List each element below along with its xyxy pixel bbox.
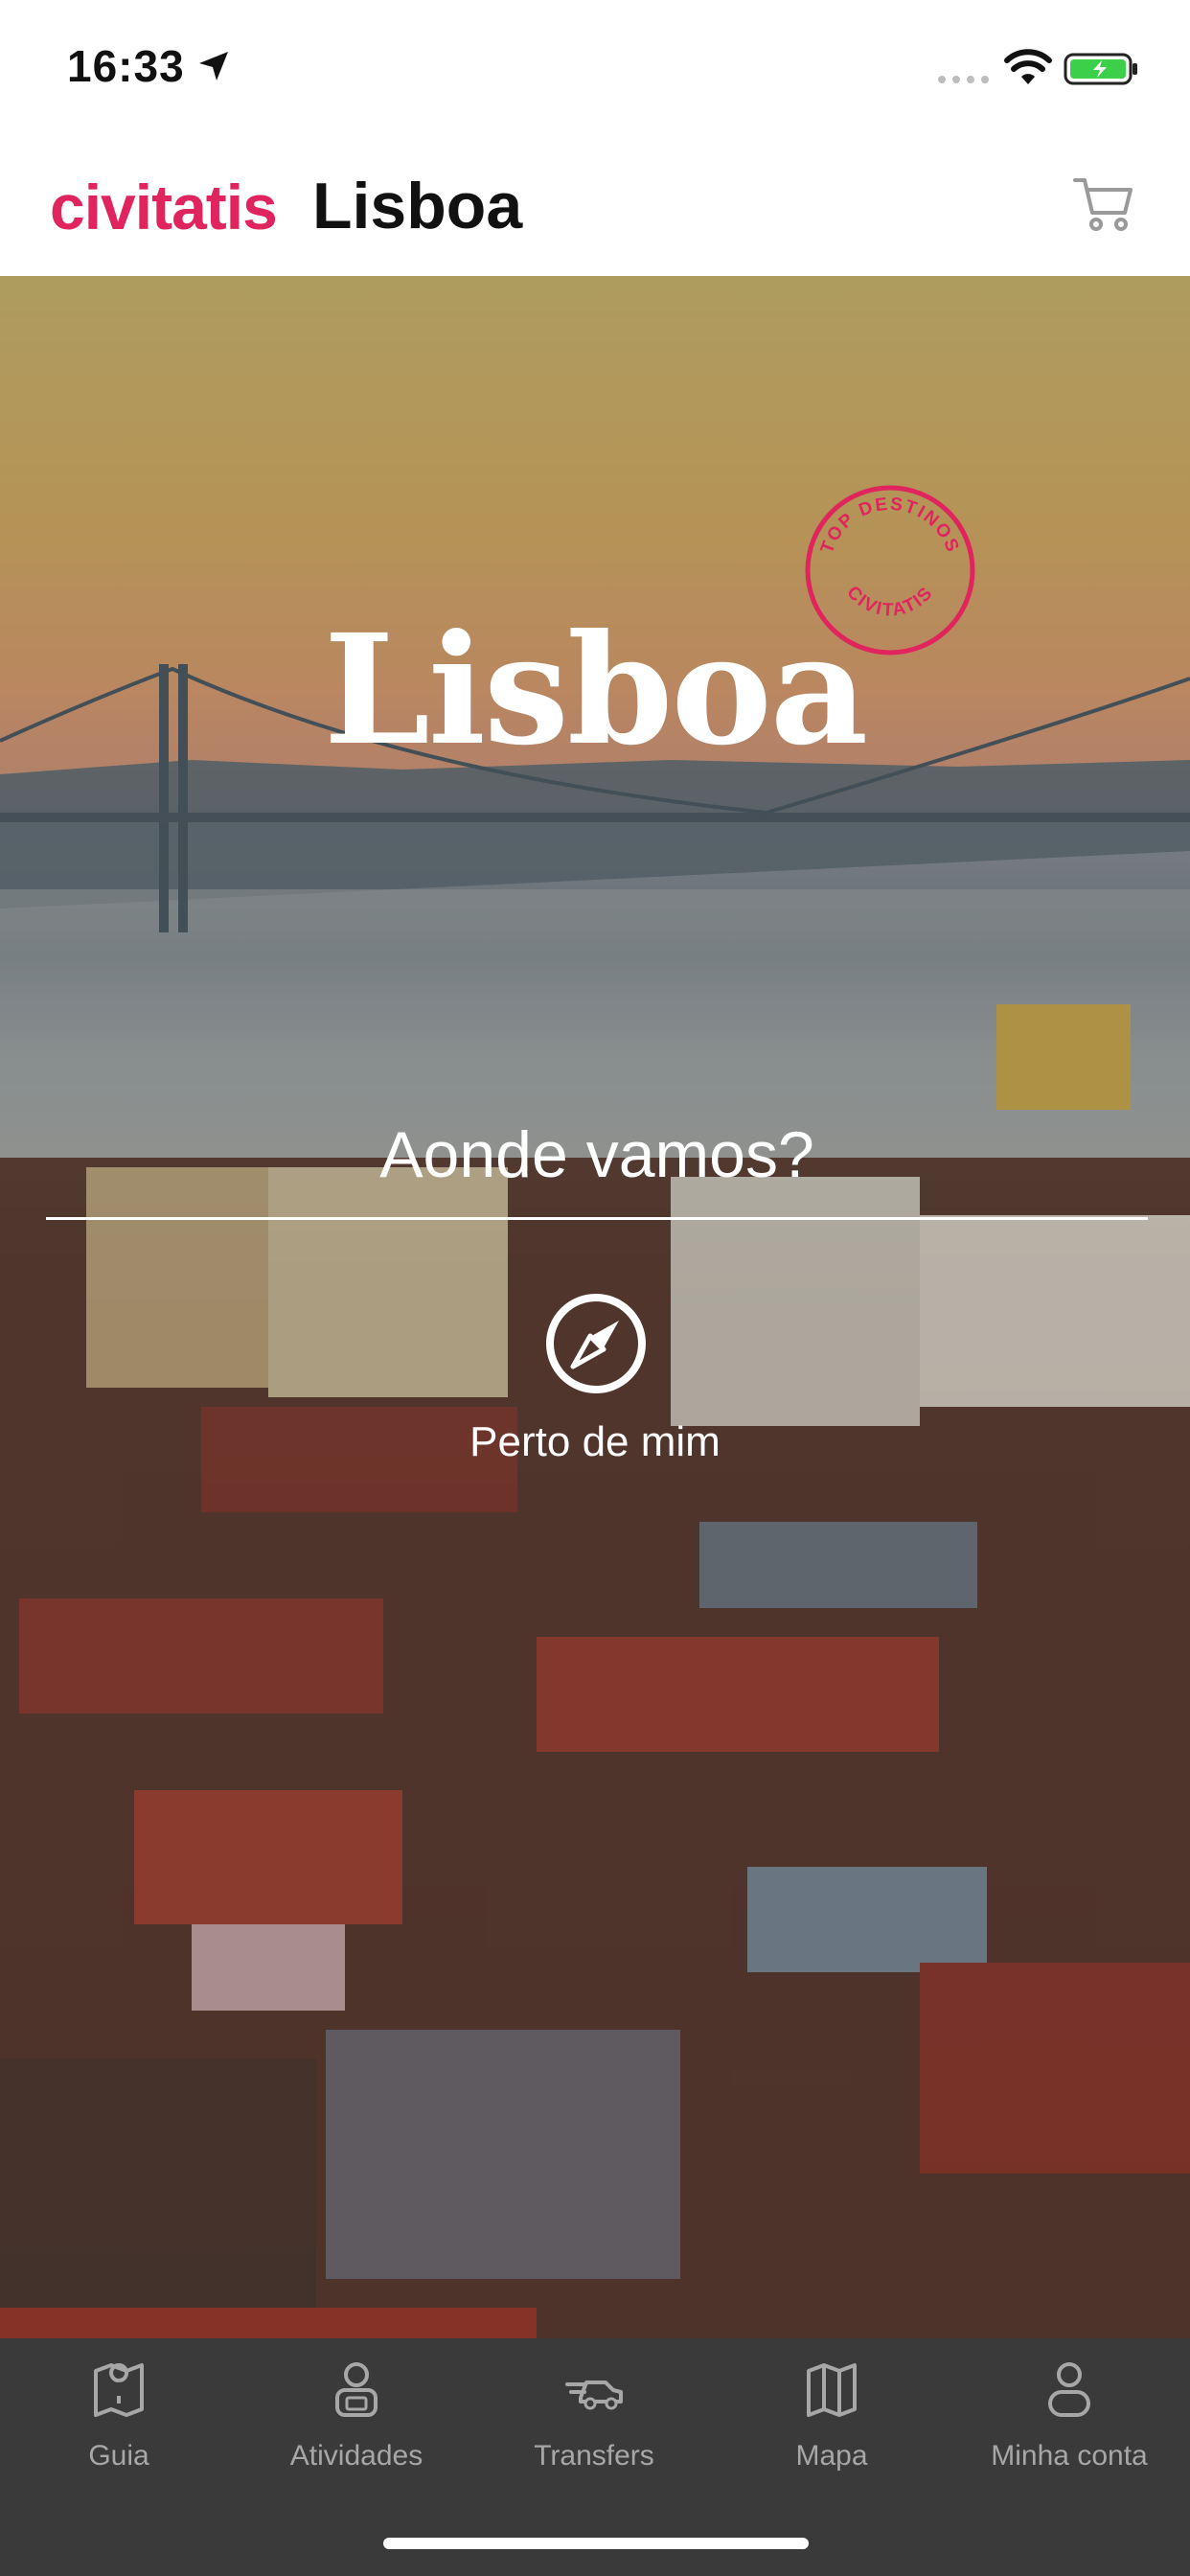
tab-label: Transfers bbox=[534, 2440, 654, 2472]
home-indicator bbox=[383, 2538, 809, 2549]
compass-icon[interactable] bbox=[544, 1292, 648, 1395]
hero-banner: Lisboa TOP DESTINOS CIVITATIS Aonde vamo… bbox=[0, 276, 1190, 2338]
tab-atividades[interactable]: Atividades bbox=[238, 2338, 475, 2511]
user-icon bbox=[1048, 2362, 1090, 2417]
car-icon bbox=[565, 2380, 623, 2410]
tab-label: Atividades bbox=[289, 2440, 423, 2472]
map-icon bbox=[807, 2363, 857, 2417]
header-city-title: Lisboa bbox=[312, 170, 523, 242]
signal-dots-icon bbox=[938, 76, 989, 83]
status-time: 16:33 bbox=[67, 41, 185, 91]
search-placeholder[interactable]: Aonde vamos? bbox=[46, 1117, 1148, 1192]
tab-transfers[interactable]: Transfers bbox=[475, 2338, 713, 2511]
app-header: civitatis Lisboa bbox=[0, 134, 1190, 276]
brand-logo: civitatis bbox=[50, 172, 278, 242]
svg-text:CIVITATIS: CIVITATIS bbox=[842, 583, 937, 621]
status-bar: 16:33 bbox=[0, 0, 1190, 134]
tab-label: Mapa bbox=[795, 2440, 868, 2472]
cart-icon[interactable] bbox=[1071, 169, 1138, 236]
tab-label: Minha conta bbox=[991, 2440, 1148, 2472]
top-destinos-stamp: TOP DESTINOS CIVITATIS bbox=[805, 485, 975, 656]
tab-guia[interactable]: Guia bbox=[0, 2338, 238, 2511]
wifi-icon bbox=[1004, 49, 1052, 84]
hero-title: Lisboa bbox=[323, 602, 868, 779]
tab-label: Guia bbox=[88, 2440, 149, 2472]
search-underline bbox=[46, 1217, 1148, 1220]
near-me-label[interactable]: Perto de mim bbox=[0, 1418, 1190, 1466]
stamp-bottom-text: CIVITATIS bbox=[842, 583, 935, 621]
guide-person-icon bbox=[335, 2362, 378, 2417]
search-field[interactable]: Aonde vamos? bbox=[46, 1117, 1148, 1232]
location-arrow-icon bbox=[199, 52, 228, 80]
battery-icon bbox=[1064, 53, 1137, 85]
tab-minha-conta[interactable]: Minha conta bbox=[950, 2338, 1188, 2511]
map-pin-icon bbox=[94, 2363, 144, 2417]
tab-mapa[interactable]: Mapa bbox=[713, 2338, 950, 2511]
